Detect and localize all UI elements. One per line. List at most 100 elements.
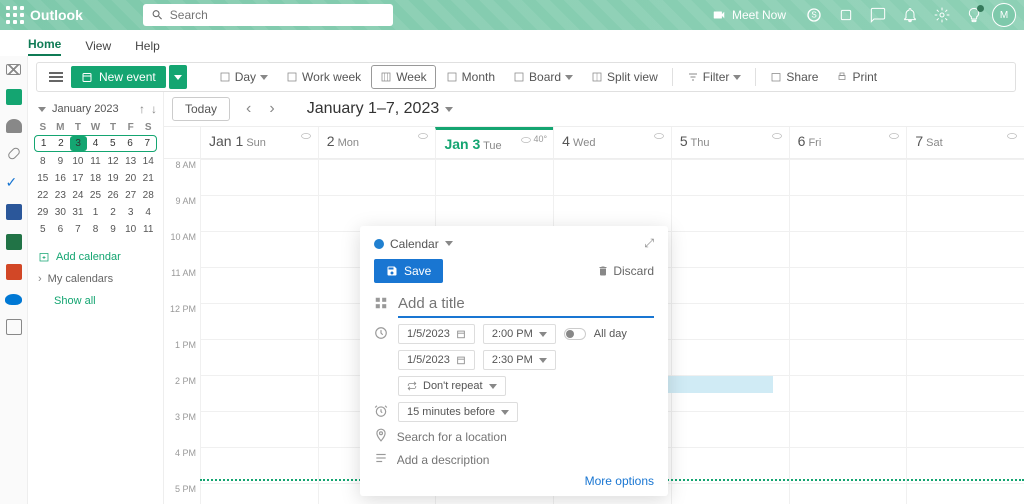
mini-day[interactable]: 6 <box>52 222 70 237</box>
skype-icon[interactable]: S <box>800 2 828 28</box>
new-event-dropdown[interactable] <box>169 65 187 89</box>
end-time-input[interactable]: 2:30 PM <box>483 350 556 370</box>
day-column[interactable] <box>906 159 1024 504</box>
discard-button[interactable]: Discard <box>597 264 654 278</box>
day-header[interactable]: 6 Fri <box>789 127 907 158</box>
mini-day[interactable]: 5 <box>104 136 121 151</box>
month-collapse-icon[interactable] <box>38 107 46 112</box>
view-board[interactable]: Board <box>505 66 581 88</box>
tab-view[interactable]: View <box>85 39 111 56</box>
mini-day[interactable]: 7 <box>69 222 87 237</box>
location-input[interactable] <box>397 430 654 444</box>
day-column[interactable] <box>671 159 789 504</box>
search-box[interactable] <box>143 4 393 26</box>
add-calendar-link[interactable]: Add calendar <box>38 251 157 263</box>
new-event-button[interactable]: New event <box>71 66 166 88</box>
settings-icon[interactable] <box>928 2 956 28</box>
day-header[interactable]: 2 Mon <box>318 127 436 158</box>
mini-day[interactable]: 2 <box>52 136 69 151</box>
event-title-input[interactable] <box>398 291 654 318</box>
start-time-input[interactable]: 2:00 PM <box>483 324 556 344</box>
end-date-input[interactable]: 1/5/2023 <box>398 350 475 370</box>
mini-day[interactable]: 8 <box>87 222 105 237</box>
mini-day[interactable]: 7 <box>139 136 156 151</box>
mail-icon[interactable] <box>6 64 21 75</box>
mini-day[interactable]: 30 <box>52 205 70 220</box>
mini-day[interactable]: 24 <box>69 188 87 203</box>
mini-day[interactable]: 13 <box>122 154 140 169</box>
hamburger-menu[interactable] <box>43 66 69 88</box>
filter-button[interactable]: Filter <box>679 66 750 88</box>
day-column[interactable] <box>789 159 907 504</box>
view-week[interactable]: Week <box>371 65 435 89</box>
notifications-icon[interactable] <box>896 2 924 28</box>
tab-home[interactable]: Home <box>28 37 61 56</box>
mini-day[interactable]: 4 <box>87 136 104 151</box>
allday-toggle[interactable] <box>564 328 586 340</box>
mini-day[interactable]: 14 <box>139 154 157 169</box>
day-header[interactable]: 4 Wed <box>553 127 671 158</box>
mini-day[interactable]: 11 <box>139 222 157 237</box>
tab-help[interactable]: Help <box>135 39 160 56</box>
app-launcher[interactable] <box>6 6 24 24</box>
mini-day[interactable]: 3 <box>70 136 87 151</box>
show-all-link[interactable]: Show all <box>54 295 157 307</box>
reminder-select[interactable]: 15 minutes before <box>398 402 518 422</box>
mini-day[interactable]: 9 <box>104 222 122 237</box>
people-icon[interactable] <box>6 119 22 133</box>
mini-day[interactable]: 12 <box>104 154 122 169</box>
mini-day[interactable]: 17 <box>69 171 87 186</box>
mini-day[interactable]: 28 <box>139 188 157 203</box>
date-range-title[interactable]: January 1–7, 2023 <box>307 100 454 118</box>
mini-day[interactable]: 10 <box>122 222 140 237</box>
more-options-link[interactable]: More options <box>374 474 654 488</box>
repeat-select[interactable]: Don't repeat <box>398 376 506 396</box>
excel-icon[interactable] <box>6 234 22 250</box>
mini-day[interactable]: 3 <box>122 205 140 220</box>
mini-day[interactable]: 10 <box>69 154 87 169</box>
word-icon[interactable] <box>6 204 22 220</box>
view-day[interactable]: Day <box>211 66 276 88</box>
view-month[interactable]: Month <box>438 66 503 88</box>
expand-icon[interactable]: ⤢ <box>644 236 654 251</box>
mini-day[interactable]: 2 <box>104 205 122 220</box>
mini-day[interactable]: 25 <box>87 188 105 203</box>
mini-day[interactable]: 31 <box>69 205 87 220</box>
mini-day[interactable]: 1 <box>35 136 52 151</box>
attach-icon[interactable] <box>6 146 21 161</box>
mini-day[interactable]: 16 <box>52 171 70 186</box>
mini-day[interactable]: 9 <box>52 154 70 169</box>
chat-icon[interactable] <box>864 2 892 28</box>
mini-day[interactable]: 20 <box>122 171 140 186</box>
calendar-selector[interactable]: Calendar <box>390 237 439 251</box>
tips-icon[interactable] <box>960 2 988 28</box>
onedrive-icon[interactable] <box>5 294 22 305</box>
mini-day[interactable]: 5 <box>34 222 52 237</box>
more-apps-icon[interactable] <box>6 319 22 335</box>
mini-day[interactable]: 26 <box>104 188 122 203</box>
mini-day[interactable]: 18 <box>87 171 105 186</box>
avatar[interactable]: M <box>992 3 1016 27</box>
mini-day[interactable]: 29 <box>34 205 52 220</box>
day-header[interactable]: Jan 3 Tue40° <box>435 127 553 158</box>
view-split[interactable]: Split view <box>583 66 666 88</box>
meet-now-button[interactable]: Meet Now <box>702 4 796 26</box>
day-header[interactable]: Jan 1 Sun <box>200 127 318 158</box>
mini-day[interactable]: 1 <box>87 205 105 220</box>
mini-day[interactable]: 19 <box>104 171 122 186</box>
my-calendars-link[interactable]: ›My calendars <box>38 273 157 285</box>
mini-day[interactable]: 6 <box>121 136 138 151</box>
mini-day[interactable]: 27 <box>122 188 140 203</box>
todo-icon[interactable]: ✓ <box>6 174 22 190</box>
next-week[interactable]: › <box>263 98 280 120</box>
teams-icon[interactable] <box>832 2 860 28</box>
today-button[interactable]: Today <box>172 97 230 121</box>
mini-day[interactable]: 11 <box>87 154 105 169</box>
powerpoint-icon[interactable] <box>6 264 22 280</box>
mini-day[interactable]: 15 <box>34 171 52 186</box>
mini-day[interactable]: 8 <box>34 154 52 169</box>
mini-day[interactable]: 4 <box>139 205 157 220</box>
description-input[interactable] <box>397 453 654 467</box>
mini-next-month[interactable]: ↓ <box>151 102 157 116</box>
view-workweek[interactable]: Work week <box>278 66 369 88</box>
